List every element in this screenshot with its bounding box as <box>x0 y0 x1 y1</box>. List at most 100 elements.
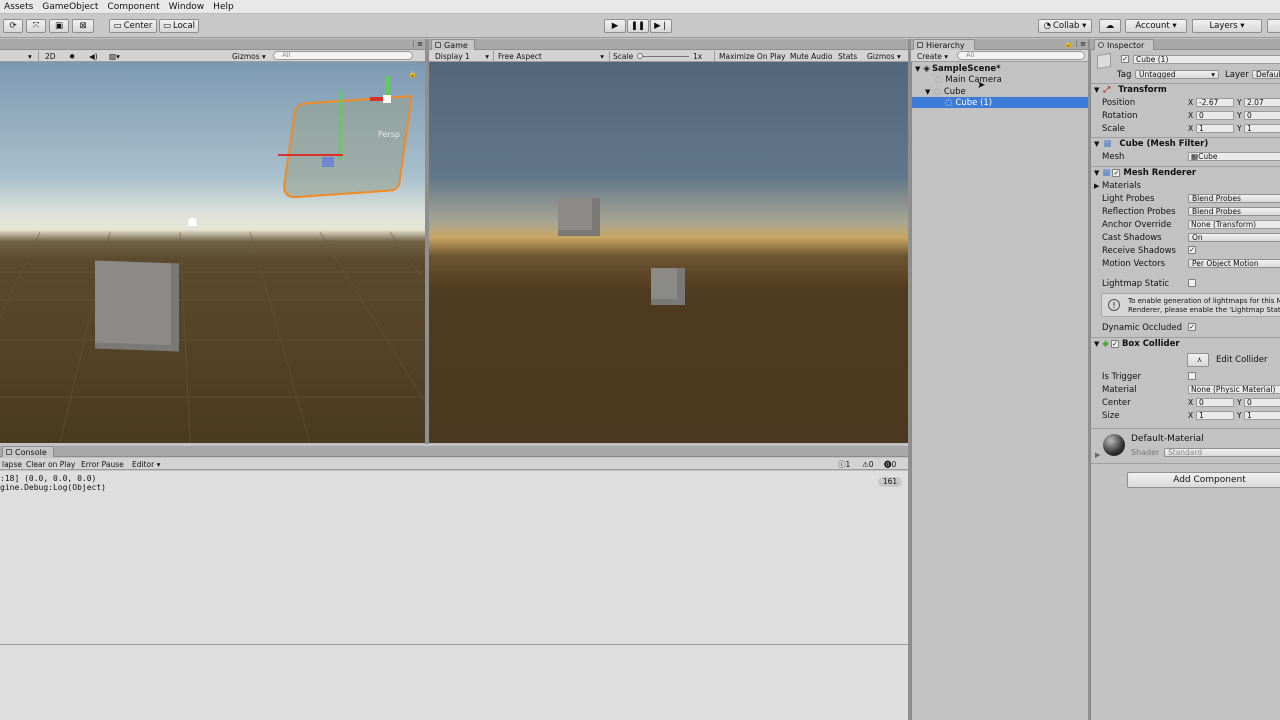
console-editor-dropdown[interactable]: Editor ▾ <box>130 459 162 469</box>
game-scale-slider-thumb[interactable] <box>637 53 643 59</box>
scene-gizmos-dropdown[interactable]: Gizmos ▾ <box>230 51 268 61</box>
is-trigger-checkbox[interactable] <box>1188 372 1196 380</box>
foldout-icon[interactable]: ▶ <box>1095 451 1100 459</box>
move-gizmo-x-axis[interactable] <box>278 154 343 156</box>
game-gizmos-dropdown[interactable]: Gizmos ▾ <box>865 51 903 61</box>
hierarchy-item-cube[interactable]: ▼ ◌ Cube <box>912 86 1089 97</box>
persp-label[interactable]: Persp <box>378 130 400 139</box>
cube-foldout-icon[interactable]: ▼ <box>925 88 930 96</box>
collider-material-field[interactable]: None (Physic Material) <box>1188 385 1280 394</box>
panel-menu-icon[interactable]: 🔒⋮≡ <box>1064 40 1086 48</box>
size-x-field[interactable]: 1 <box>1196 411 1234 420</box>
foldout-icon[interactable]: ▼ <box>1094 340 1099 348</box>
console-error-pause-toggle[interactable]: Error Pause <box>79 459 126 469</box>
mesh-field[interactable]: ▦Cube <box>1188 152 1280 161</box>
hierarchy-item-cube-1[interactable]: ◌ Cube (1) <box>912 97 1089 108</box>
hierarchy-create-dropdown[interactable]: Create ▾ <box>915 51 950 61</box>
tab-game[interactable]: Game <box>431 39 475 50</box>
cloud-button[interactable]: ☁ <box>1099 19 1121 33</box>
lock-icon[interactable]: 🔒 <box>408 70 417 78</box>
console-detail-divider[interactable] <box>0 644 908 645</box>
reflection-probes-dropdown[interactable]: Blend Probes <box>1188 207 1280 216</box>
transform-header[interactable]: ▼ ⤢ Transform <box>1091 83 1280 96</box>
box-collider-header[interactable]: ▼ ◆ ✓ Box Collider <box>1091 337 1280 350</box>
console-collapse-toggle[interactable]: lapse <box>0 459 24 469</box>
transform-tool-button[interactable]: ⊠ <box>72 19 94 33</box>
scene-dropdown-arrow[interactable]: ▾ <box>26 51 34 61</box>
position-x-field[interactable]: -2.67 <box>1196 98 1234 107</box>
game-viewport[interactable] <box>429 62 908 443</box>
menu-help[interactable]: Help <box>209 2 239 12</box>
scene-foldout-icon[interactable]: ▼ <box>915 65 920 73</box>
center-y-field[interactable]: 0 <box>1244 398 1280 407</box>
console-clear-on-play-toggle[interactable]: Clear on Play <box>24 459 77 469</box>
hierarchy-item-main-camera[interactable]: ◌ Main Camera <box>912 74 1089 85</box>
size-y-field[interactable]: 1 <box>1244 411 1280 420</box>
hierarchy-search-input[interactable]: All <box>957 51 1085 60</box>
game-aspect-dropdown[interactable]: Free Aspect ▾ <box>496 51 606 61</box>
tab-hierarchy[interactable]: Hierarchy <box>913 39 975 50</box>
scale-tool-button[interactable]: ⤧ <box>26 19 46 33</box>
anchor-override-field[interactable]: None (Transform) <box>1188 220 1280 229</box>
rotate-tool-button[interactable]: ⟳ <box>3 19 23 33</box>
tag-dropdown[interactable]: Untagged ▾ <box>1135 70 1219 79</box>
pivot-local-button[interactable]: ▭ Local <box>159 19 199 33</box>
console-info-filter[interactable]: ⓘ 1 <box>836 459 852 469</box>
console-error-filter[interactable]: ⓿0 <box>882 459 898 469</box>
collab-button[interactable]: ◔ Collab ▾ <box>1038 19 1092 33</box>
tab-console[interactable]: Console <box>2 446 54 457</box>
position-y-field[interactable]: 2.07 <box>1244 98 1280 107</box>
layer-dropdown[interactable]: Default <box>1252 70 1280 79</box>
scene-lighting-toggle[interactable]: ✹ <box>67 51 77 61</box>
scene-effects-dropdown[interactable]: ▨ ▾ <box>107 51 122 61</box>
game-mute-toggle[interactable]: Mute Audio <box>788 51 834 61</box>
rotation-y-field[interactable]: 0 <box>1244 111 1280 120</box>
layers-dropdown[interactable]: Layers ▾ <box>1192 19 1262 33</box>
add-component-button[interactable]: Add Component <box>1127 472 1280 488</box>
foldout-icon[interactable]: ▼ <box>1094 86 1099 94</box>
game-display-dropdown[interactable]: Display 1 ▾ <box>433 51 491 61</box>
camera-gizmo-icon[interactable]: ☗ <box>187 215 198 229</box>
shader-dropdown[interactable]: Standard <box>1164 448 1280 457</box>
console-log-line-2[interactable]: gine.Debug:Log(Object) <box>0 483 106 492</box>
active-checkbox[interactable]: ✓ <box>1121 55 1129 63</box>
scene-audio-toggle[interactable]: ◀) <box>87 51 100 61</box>
layout-dropdown[interactable] <box>1267 19 1280 33</box>
object-name-field[interactable]: Cube (1) <box>1133 55 1280 64</box>
light-probes-dropdown[interactable]: Blend Probes <box>1188 194 1280 203</box>
game-hierarchy-splitter[interactable] <box>908 39 911 720</box>
foldout-icon[interactable]: ▶ <box>1094 182 1099 190</box>
game-scale-slider[interactable] <box>637 53 689 59</box>
material-section[interactable]: Default-Material Shader Standard ▶ <box>1091 428 1280 462</box>
pivot-center-button[interactable]: ▭ Center <box>109 19 157 33</box>
console-log-line-1[interactable]: :18] (0.0, 0.0, 0.0) <box>0 474 96 483</box>
scale-y-field[interactable]: 1 <box>1244 124 1280 133</box>
view-gizmo-up-axis[interactable] <box>385 76 389 96</box>
lightmap-static-checkbox[interactable] <box>1188 279 1196 287</box>
account-dropdown[interactable]: Account ▾ <box>1125 19 1187 33</box>
menu-assets[interactable]: Assets <box>0 2 38 12</box>
move-gizmo-y-axis[interactable] <box>339 90 341 160</box>
scene-2d-toggle[interactable]: 2D <box>43 51 58 61</box>
mesh-renderer-enabled-checkbox[interactable]: ✓ <box>1112 169 1121 177</box>
scale-x-field[interactable]: 1 <box>1196 124 1234 133</box>
view-gizmo-cube[interactable] <box>383 95 391 103</box>
hierarchy-scene-row[interactable]: ▼ ◈ SampleScene* <box>912 63 1089 74</box>
rect-tool-button[interactable]: ▣ <box>49 19 69 33</box>
tab-inspector[interactable]: Inspector <box>1094 39 1154 50</box>
menu-window[interactable]: Window <box>165 2 210 12</box>
dynamic-occluded-checkbox[interactable]: ✓ <box>1188 323 1196 331</box>
move-gizmo-center[interactable] <box>322 157 334 167</box>
game-maximize-toggle[interactable]: Maximize On Play <box>717 51 788 61</box>
view-gizmo[interactable] <box>366 76 406 126</box>
console-warning-filter[interactable]: ⚠ 0 <box>860 459 876 469</box>
rotation-x-field[interactable]: 0 <box>1196 111 1234 120</box>
scene-cube[interactable] <box>95 260 179 352</box>
menu-component[interactable]: Component <box>103 2 164 12</box>
hierarchy-inspector-splitter[interactable] <box>1088 39 1090 720</box>
motion-vectors-dropdown[interactable]: Per Object Motion <box>1188 259 1280 268</box>
mesh-filter-header[interactable]: ▼ ▦ Cube (Mesh Filter) <box>1091 137 1280 150</box>
materials-row[interactable]: ▶ Materials <box>1091 180 1280 191</box>
game-stats-toggle[interactable]: Stats <box>836 51 859 61</box>
foldout-icon[interactable]: ▼ <box>1094 169 1099 177</box>
